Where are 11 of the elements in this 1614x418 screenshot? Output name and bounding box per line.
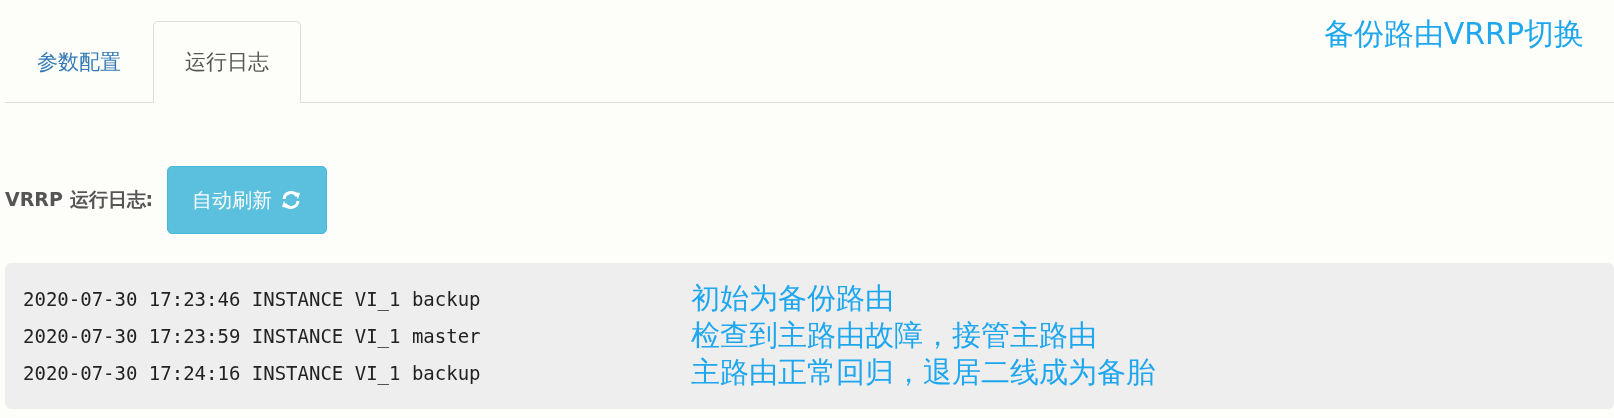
annotation-note: 主路由正常回归，退居二线成为备胎 bbox=[691, 354, 1155, 391]
tab[interactable]: 运行日志 bbox=[153, 21, 301, 103]
log-line: 2020-07-30 17:23:59 INSTANCE VI_1 master bbox=[23, 325, 482, 347]
annotation-note: 初始为备份路由 bbox=[691, 280, 894, 317]
log-label: VRRP 运行日志: bbox=[5, 187, 154, 212]
refresh-icon bbox=[280, 190, 303, 210]
tab[interactable]: 参数配置 bbox=[5, 21, 153, 103]
annotation-title: 备份路由VRRP切换 bbox=[1323, 15, 1584, 53]
annotation-note: 检查到主路由故障，接管主路由 bbox=[691, 317, 1097, 354]
log-line: 2020-07-30 17:24:16 INSTANCE VI_1 backup bbox=[23, 362, 482, 384]
log-line: 2020-07-30 17:23:46 INSTANCE VI_1 backup bbox=[23, 288, 482, 310]
